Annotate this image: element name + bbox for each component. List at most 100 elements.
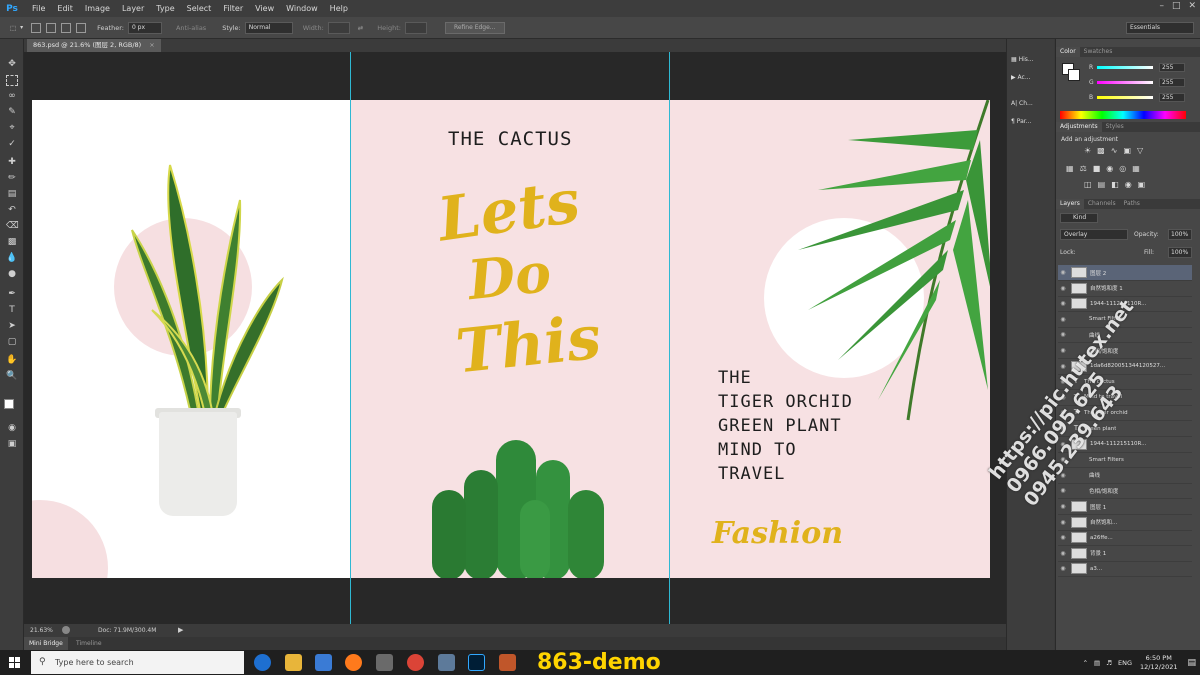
marquee-tool-icon[interactable] bbox=[6, 75, 18, 86]
visibility-eye-icon[interactable]: ◉ bbox=[1058, 425, 1068, 432]
status-info-icon[interactable] bbox=[62, 626, 70, 634]
new-selection-icon[interactable] bbox=[31, 22, 42, 33]
eraser-tool-icon[interactable]: ⌫ bbox=[6, 221, 19, 232]
language-indicator[interactable]: ENG bbox=[1118, 659, 1132, 667]
eyedropper-tool-icon[interactable]: ✓ bbox=[6, 139, 18, 150]
visibility-eye-icon[interactable]: ◉ bbox=[1058, 347, 1068, 354]
layer-row[interactable]: ◉ 色相/饱和度 bbox=[1058, 343, 1192, 359]
path-select-tool-icon[interactable]: ➤ bbox=[6, 321, 18, 332]
network-icon[interactable]: ▤ bbox=[1094, 659, 1100, 667]
visibility-eye-icon[interactable]: ◉ bbox=[1058, 503, 1068, 510]
selective-color-icon[interactable]: ◉ bbox=[1125, 180, 1132, 189]
clock[interactable]: 6:50 PM 12/12/2021 bbox=[1140, 654, 1177, 672]
zoom-tool-icon[interactable]: 🔍 bbox=[6, 371, 18, 382]
color-balance-icon[interactable]: ⚖ bbox=[1080, 164, 1087, 173]
hand-tool-icon[interactable]: ✋ bbox=[6, 355, 18, 366]
menu-file[interactable]: File bbox=[26, 4, 51, 13]
tray-chevron-icon[interactable]: ⌃ bbox=[1083, 659, 1088, 667]
shape-tool-icon[interactable]: ▢ bbox=[6, 337, 18, 348]
taskbar-search-input[interactable]: ⚲ Type here to search bbox=[31, 651, 244, 674]
dodge-tool-icon[interactable]: ● bbox=[6, 269, 18, 280]
history-brush-tool-icon[interactable]: ↶ bbox=[6, 205, 18, 216]
feather-input[interactable]: 0 px bbox=[127, 21, 162, 34]
chrome-app-icon[interactable] bbox=[407, 654, 424, 671]
guide-line-2[interactable] bbox=[669, 52, 670, 624]
swap-icon[interactable]: ⇄ bbox=[358, 24, 363, 32]
pen-tool-icon[interactable]: ✒ bbox=[6, 289, 18, 300]
screen-mode-icon[interactable]: ▣ bbox=[6, 439, 18, 450]
document-tab[interactable]: 863.psd @ 21.6% (图层 2, RGB/8) × bbox=[27, 39, 161, 52]
move-tool-icon[interactable]: ✥ bbox=[6, 59, 18, 70]
firefox-app-icon[interactable] bbox=[345, 654, 362, 671]
layer-row[interactable]: ◉ 图层 2 bbox=[1058, 265, 1192, 281]
close-tab-icon[interactable]: × bbox=[149, 41, 154, 49]
marquee-tool-icon[interactable]: ⬚ bbox=[10, 24, 16, 32]
volume-icon[interactable]: ♬ bbox=[1106, 659, 1112, 667]
canvas-area[interactable]: THE CACTUS Lets Do This THE TIGER ORCHID… bbox=[24, 52, 1006, 624]
levels-icon[interactable]: ▩ bbox=[1097, 146, 1105, 155]
calculator-app-icon[interactable] bbox=[376, 654, 393, 671]
background-swatch[interactable] bbox=[1068, 69, 1080, 81]
menu-layer[interactable]: Layer bbox=[116, 4, 150, 13]
layer-row[interactable]: ◉ 1944-111215110R... bbox=[1058, 296, 1192, 313]
green-slider[interactable] bbox=[1097, 80, 1153, 84]
menu-type[interactable]: Type bbox=[150, 4, 180, 13]
threshold-icon[interactable]: ◧ bbox=[1111, 180, 1119, 189]
healing-tool-icon[interactable]: ✚ bbox=[6, 157, 18, 168]
menu-window[interactable]: Window bbox=[280, 4, 324, 13]
paths-tab[interactable]: Paths bbox=[1120, 199, 1144, 209]
minimize-icon[interactable]: – bbox=[1159, 1, 1164, 11]
visibility-eye-icon[interactable]: ◉ bbox=[1058, 300, 1068, 307]
blue-slider[interactable] bbox=[1097, 95, 1153, 99]
layer-row[interactable]: ◉ T THE cactus bbox=[1058, 374, 1192, 391]
quick-select-tool-icon[interactable]: ✎ bbox=[6, 107, 18, 118]
layer-row[interactable]: ◉ 自然饱和... bbox=[1058, 515, 1192, 531]
width-input[interactable] bbox=[327, 21, 350, 34]
visibility-eye-icon[interactable]: ◉ bbox=[1058, 550, 1068, 557]
menu-filter[interactable]: Filter bbox=[217, 4, 249, 13]
swatches-tab[interactable]: Swatches bbox=[1080, 47, 1117, 57]
notifications-icon[interactable]: ▤ bbox=[1187, 658, 1196, 668]
gradient-tool-icon[interactable]: ▩ bbox=[6, 237, 18, 248]
channels-tab[interactable]: Channels bbox=[1084, 199, 1120, 209]
visibility-eye-icon[interactable]: ◉ bbox=[1058, 565, 1068, 572]
mini-bridge-tab[interactable]: Mini Bridge bbox=[24, 637, 68, 650]
visibility-eye-icon[interactable]: ◉ bbox=[1058, 285, 1068, 292]
layer-row[interactable]: ◉ 色相/饱和度 bbox=[1058, 483, 1192, 500]
visibility-eye-icon[interactable]: ◉ bbox=[1058, 409, 1068, 416]
posterize-icon[interactable]: ▤ bbox=[1098, 180, 1106, 189]
photos-app-icon[interactable] bbox=[438, 654, 455, 671]
layer-row[interactable]: ◉ Smart Filters bbox=[1058, 312, 1192, 328]
blur-tool-icon[interactable]: 💧 bbox=[6, 253, 18, 264]
visibility-eye-icon[interactable]: ◉ bbox=[1058, 394, 1068, 401]
crop-tool-icon[interactable]: ⌖ bbox=[6, 123, 18, 134]
layer-row[interactable]: ◉ a26ffe... bbox=[1058, 530, 1192, 547]
tool-preset-chevron-icon[interactable]: ▾ bbox=[20, 24, 23, 31]
photo-filter-icon[interactable]: ◉ bbox=[1106, 164, 1113, 173]
clone-stamp-tool-icon[interactable]: ▤ bbox=[6, 189, 18, 200]
anti-alias-checkbox[interactable]: Anti-alias bbox=[176, 24, 206, 32]
visibility-eye-icon[interactable]: ◉ bbox=[1058, 331, 1068, 338]
menu-select[interactable]: Select bbox=[181, 4, 218, 13]
foreground-color-swatch[interactable] bbox=[4, 399, 14, 409]
visibility-eye-icon[interactable]: ◉ bbox=[1058, 269, 1068, 276]
layer-row[interactable]: ◉ 1da6d820051344120527... bbox=[1058, 359, 1192, 375]
color-spectrum-bar[interactable] bbox=[1060, 111, 1186, 119]
layer-row[interactable]: ◉ Smart Filters bbox=[1058, 452, 1192, 469]
store-app-icon[interactable] bbox=[315, 654, 332, 671]
hue-saturation-icon[interactable]: ▦ bbox=[1066, 164, 1074, 173]
adjustments-tab[interactable]: Adjustments bbox=[1056, 122, 1102, 132]
menu-help[interactable]: Help bbox=[324, 4, 354, 13]
red-value[interactable]: 255 bbox=[1159, 62, 1185, 72]
lasso-tool-icon[interactable]: ∞ bbox=[6, 91, 18, 102]
intersect-selection-icon[interactable] bbox=[76, 22, 87, 33]
black-white-icon[interactable]: ■ bbox=[1093, 164, 1101, 173]
visibility-eye-icon[interactable]: ◉ bbox=[1058, 487, 1068, 494]
channel-mixer-icon[interactable]: ◎ bbox=[1119, 164, 1126, 173]
visibility-eye-icon[interactable]: ◉ bbox=[1058, 519, 1068, 526]
color-tab[interactable]: Color bbox=[1056, 47, 1080, 57]
brush-tool-icon[interactable]: ✏ bbox=[6, 173, 18, 184]
zoom-level[interactable]: 21.63% bbox=[30, 627, 53, 634]
status-arrow-icon[interactable]: ▶ bbox=[178, 626, 183, 634]
visibility-eye-icon[interactable]: ◉ bbox=[1058, 378, 1068, 385]
